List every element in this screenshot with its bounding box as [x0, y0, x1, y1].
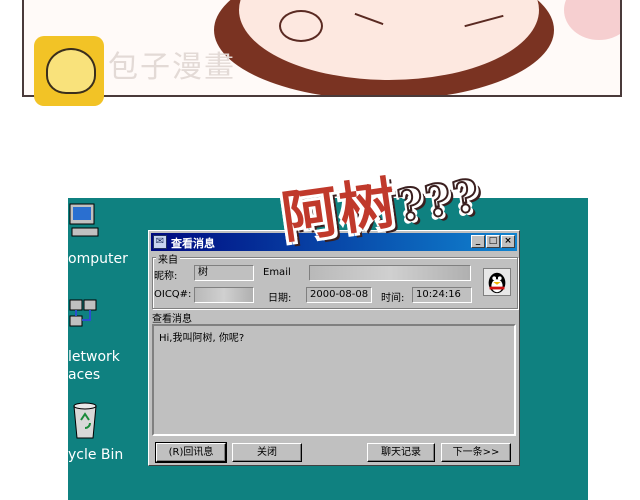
- message-text: Hi,我叫阿树, 你呢?: [159, 333, 245, 344]
- next-message-button[interactable]: 下一条>>: [441, 443, 511, 462]
- recycle-bin-icon[interactable]: [70, 400, 100, 440]
- overlay-text: 阿树: [277, 169, 402, 252]
- network-places-icon[interactable]: [68, 298, 100, 332]
- date-label: 日期:: [268, 293, 292, 304]
- time-label: 时间:: [381, 293, 405, 304]
- oicq-field: [194, 287, 254, 303]
- window-title: 查看消息: [171, 237, 215, 250]
- character-curl: [279, 10, 323, 42]
- qq-penguin-icon: [483, 268, 511, 296]
- from-group-label: 来自: [156, 251, 180, 266]
- date-field: 2000-08-08: [306, 287, 372, 303]
- close-window-button[interactable]: ×: [501, 235, 515, 248]
- email-field: [309, 265, 471, 281]
- watermark-logo: [34, 36, 104, 106]
- desktop-label-recycle-bin[interactable]: ycle Bin: [68, 447, 123, 463]
- desktop-label-network[interactable]: letwork: [68, 349, 120, 365]
- character-cheek: [564, 0, 620, 40]
- my-computer-icon[interactable]: [68, 202, 100, 238]
- time-field: 10:24:16: [412, 287, 472, 303]
- view-message-label: 查看消息: [152, 314, 192, 325]
- oicq-label: OICQ#:: [154, 289, 192, 300]
- desktop-label-network-2[interactable]: aces: [68, 367, 100, 383]
- app-icon: ✉: [153, 235, 167, 249]
- close-button[interactable]: 关闭: [232, 443, 302, 462]
- minimize-button[interactable]: _: [471, 235, 485, 248]
- watermark-text: 包子漫畫: [108, 50, 236, 85]
- message-text-area[interactable]: Hi,我叫阿树, 你呢?: [152, 324, 516, 436]
- desktop-label-computer[interactable]: omputer: [68, 251, 128, 267]
- maximize-button[interactable]: □: [486, 235, 500, 248]
- reply-button[interactable]: (R)回讯息: [155, 442, 227, 463]
- nickname-field: 树: [194, 265, 254, 281]
- bun-icon: [46, 48, 96, 94]
- comic-panel-top: 包子漫畫: [22, 0, 622, 97]
- email-label: Email: [263, 267, 291, 278]
- overlay-question-marks: ???: [393, 169, 485, 233]
- nickname-label: 昵称:: [154, 271, 178, 282]
- view-message-window: ✉ 查看消息 _ □ × 来自 昵称: 树 Email OICQ#: 日期: 2…: [148, 230, 520, 466]
- chat-history-button[interactable]: 聊天记录: [367, 443, 435, 462]
